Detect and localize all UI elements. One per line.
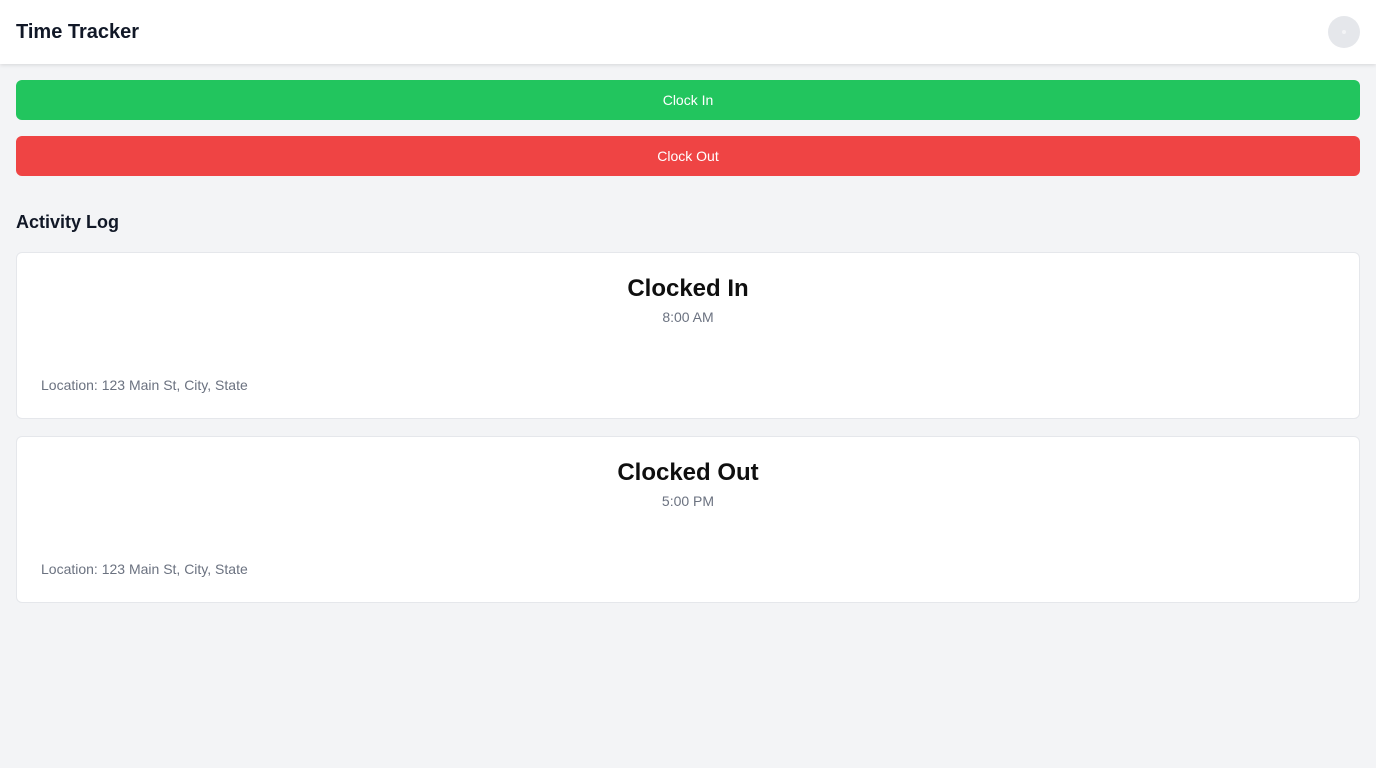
clock-in-button[interactable]: Clock In bbox=[16, 80, 1360, 120]
entry-status: Clocked Out bbox=[617, 459, 759, 486]
entry-location: Location: 123 Main St, City, State bbox=[41, 561, 248, 577]
user-avatar-icon[interactable] bbox=[1328, 16, 1360, 48]
top-bar: Time Tracker bbox=[0, 0, 1376, 64]
avatar-indicator bbox=[1342, 30, 1346, 34]
entry-status: Clocked In bbox=[627, 275, 749, 302]
clock-out-button[interactable]: Clock Out bbox=[16, 136, 1360, 176]
entry-time: 5:00 PM bbox=[661, 493, 715, 509]
app-title: Time Tracker bbox=[16, 21, 140, 43]
activity-entry-card: Clocked In 8:00 AM Location: 123 Main St… bbox=[16, 252, 1360, 419]
activity-log-title: Activity Log bbox=[16, 212, 120, 232]
entry-time: 8:00 AM bbox=[662, 309, 714, 325]
entry-location: Location: 123 Main St, City, State bbox=[41, 377, 248, 393]
activity-entry-card: Clocked Out 5:00 PM Location: 123 Main S… bbox=[16, 436, 1360, 603]
